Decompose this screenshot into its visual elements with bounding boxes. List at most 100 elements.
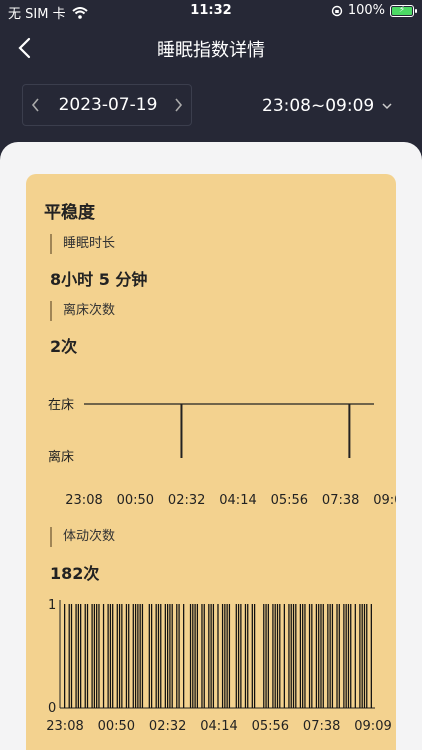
movement-bar	[178, 604, 180, 708]
movement-bar	[267, 604, 269, 708]
x-tick-label: 09:09	[354, 719, 391, 734]
movement-bar	[86, 604, 89, 708]
movement-bar	[308, 604, 311, 708]
movement-bar	[320, 604, 322, 708]
status-bar: 无 SIM 卡 11:32 100% ⚡	[0, 0, 422, 24]
x-tick-label: 02:32	[149, 719, 186, 734]
movement-bar	[304, 604, 306, 708]
movement-bar	[240, 604, 242, 708]
movement-bar	[80, 604, 82, 708]
movement-bar	[150, 604, 153, 708]
movement-bar	[201, 604, 203, 708]
movement-bar	[139, 604, 141, 708]
movement-bar	[212, 604, 215, 708]
movement-bar	[194, 604, 196, 708]
movement-bar	[366, 604, 368, 708]
movement-bar	[265, 604, 267, 708]
movement-bar	[77, 604, 79, 708]
movement-bar	[350, 604, 352, 708]
movement-bar	[370, 604, 372, 708]
movement-bar	[70, 604, 73, 708]
movement-bar	[160, 604, 162, 708]
y-tick-label: 0	[48, 701, 56, 716]
movement-bar	[116, 604, 118, 708]
movement-bar	[125, 604, 128, 708]
movement-bar	[107, 604, 109, 708]
movement-bar	[253, 604, 256, 708]
movement-bar	[164, 604, 166, 708]
movement-bar	[343, 604, 345, 708]
movement-bar	[109, 604, 112, 708]
movement-bar	[98, 604, 100, 708]
movement-bar	[192, 604, 194, 708]
movement-bar	[329, 604, 331, 708]
movement-bar	[157, 604, 160, 708]
movement-bar	[354, 604, 356, 708]
movement-bar	[84, 604, 86, 708]
movement-bar	[196, 604, 199, 708]
date-picker: 2023-07-19	[22, 84, 192, 126]
movement-bar	[274, 604, 276, 708]
navigation-bar: 睡眠指数详情	[0, 30, 422, 66]
body-movement-chart: 1 0 23:08 00:50 02:32 04:14 05:56 07:38 09:09	[46, 598, 391, 734]
movement-bar	[102, 604, 105, 708]
movement-bar	[315, 604, 318, 708]
movement-bar	[141, 604, 144, 708]
movement-bar	[171, 604, 173, 708]
movement-bar	[118, 604, 121, 708]
x-tick-label: 04:14	[200, 719, 237, 734]
movement-bar	[251, 604, 253, 708]
movement-bar	[217, 604, 219, 708]
movement-bar	[203, 604, 205, 708]
movement-bar	[176, 604, 178, 708]
movement-bar	[318, 604, 320, 708]
movement-bar	[132, 604, 134, 708]
movement-bar	[208, 604, 210, 708]
x-tick-label: 00:50	[98, 719, 135, 734]
movement-bar	[228, 604, 231, 708]
movement-bar	[295, 604, 297, 708]
stability-card: 平稳度 睡眠时长 8小时 5 分钟 离床次数 2次 在床 离床 23:08 00:50…	[26, 174, 396, 750]
movement-bar	[189, 604, 192, 708]
movement-bar	[302, 604, 304, 708]
movement-bar	[167, 604, 169, 708]
movement-bar	[359, 604, 361, 708]
movement-bar	[361, 604, 363, 708]
x-tick-label: 23:08	[46, 719, 83, 734]
movement-bar	[64, 604, 66, 708]
page-title: 睡眠指数详情	[157, 40, 265, 61]
movement-bar	[224, 604, 226, 708]
orientation-lock-icon	[331, 5, 343, 16]
selected-date[interactable]: 2023-07-19	[23, 95, 193, 115]
movement-bar	[183, 604, 185, 708]
movement-bar	[299, 604, 302, 708]
movement-bar	[93, 604, 96, 708]
movement-bar	[276, 604, 279, 708]
movement-bar	[272, 604, 274, 708]
movement-bar	[96, 604, 98, 708]
movement-bar	[68, 604, 70, 708]
movement-bar	[128, 604, 130, 708]
movement-bar	[292, 604, 295, 708]
movement-bar	[263, 604, 265, 708]
movement-bar	[288, 604, 290, 708]
movement-bar	[331, 604, 334, 708]
movement-bar	[169, 604, 171, 708]
x-tick-label: 05:56	[252, 719, 289, 734]
y-tick-label: 1	[48, 598, 56, 613]
chevron-down-icon[interactable]	[380, 100, 394, 112]
battery-icon: ⚡	[390, 4, 417, 17]
movement-bar	[221, 604, 224, 708]
time-range-selector[interactable]: 23:08~09:09	[262, 96, 374, 116]
movement-bar	[327, 604, 329, 708]
x-tick-label: 07:38	[303, 719, 340, 734]
next-day-icon[interactable]	[171, 95, 185, 115]
movement-bar	[347, 604, 350, 708]
movement-bar	[137, 604, 139, 708]
movement-bar	[91, 604, 93, 708]
movement-bar	[226, 604, 228, 708]
header: 无 SIM 卡 11:32 100% ⚡ 睡眠指数详情 2023-07-19 2…	[0, 0, 422, 160]
movement-bar	[244, 604, 247, 708]
movement-bar	[279, 604, 281, 708]
movement-bar	[237, 604, 240, 708]
